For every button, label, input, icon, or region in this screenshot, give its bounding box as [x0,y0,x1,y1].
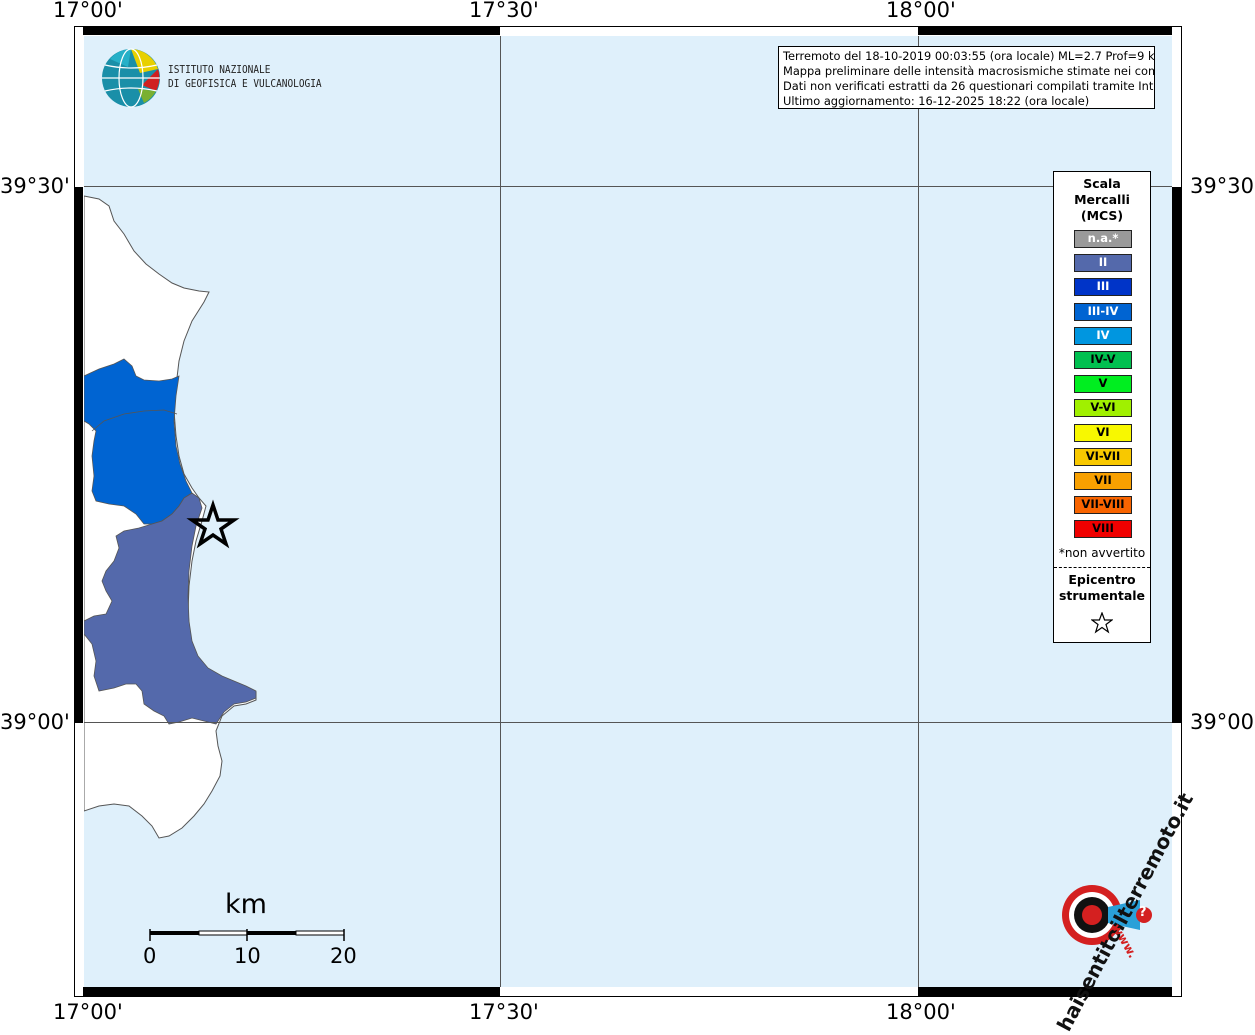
legend-title-line2: Mercalli [1074,192,1130,207]
legend-swatch-11: VII-VIII [1074,496,1132,515]
legend-epicenter-line1: Epicentro [1068,572,1136,587]
coord-left-39-30: 39°30' [0,174,70,198]
map-area[interactable] [84,36,1172,987]
legend-title-line3: (MCS) [1080,208,1124,223]
event-info-line2: Mappa preliminare delle intensità macros… [783,64,1155,78]
coord-right-39-00: 39°00' [1190,710,1255,734]
legend-swatch-12: VIII [1074,520,1132,539]
legend-swatch-0: n.a.* [1074,230,1132,248]
coord-bottom-17-30: 17°30' [469,1000,539,1024]
legend-title-line1: Scala [1083,176,1121,191]
legend-divider [1054,567,1150,568]
ingv-logo-line1: ISTITUTO NAZIONALE [168,64,271,76]
sea [84,36,1172,987]
ingv-globe-icon [102,48,160,108]
legend-swatch-3: III-IV [1074,302,1132,321]
scale-label-20: 20 [330,944,357,968]
scale-unit: km [225,889,267,920]
event-info-line4: Ultimo aggiornamento: 16-12-2025 18:22 (… [783,94,1090,108]
coord-top-18-00: 18°00' [886,0,956,22]
legend-epicenter-line2: strumentale [1058,588,1146,603]
event-info-line1: Terremoto del 18-10-2019 00:03:55 (ora l… [783,49,1155,63]
legend-swatch-10: VII [1074,472,1132,490]
coord-bottom-18-00: 18°00' [886,1000,956,1024]
legend-swatch-9: VI-VII [1074,447,1132,466]
legend-swatch-5: IV-V [1074,351,1132,369]
ingv-logo-text: ISTITUTO NAZIONALE DI GEOFISICA E VULCAN… [168,63,322,91]
scale-label-0: 0 [143,944,157,968]
legend-swatch-2: III [1074,278,1132,297]
coord-right-39-30: 39°30' [1190,174,1255,198]
legend-star-icon [1091,612,1113,634]
coord-left-39-00: 39°00' [0,710,70,734]
haisentito-question-mark: ? [1139,905,1147,920]
legend-swatch-8: VI [1074,423,1132,442]
scale-label-10: 10 [234,944,261,968]
legend-swatch-4: IV [1074,326,1132,345]
coord-top-17-00: 17°00' [53,0,123,22]
legend-swatch-7: V-VI [1074,399,1132,418]
event-info-box: Terremoto del 18-10-2019 00:03:55 (ora l… [778,46,1155,109]
coord-bottom-17-00: 17°00' [53,1000,123,1024]
legend-swatch-1: II [1074,254,1132,273]
legend-note: *non avvertito [1058,546,1146,560]
scale-bar [149,929,345,941]
coord-top-17-30: 17°30' [469,0,539,22]
region-intensity-III-IV[interactable] [84,358,193,525]
ingv-logo-line2: DI GEOFISICA E VULCANOLOGIA [168,78,322,90]
legend-swatch-6: V [1074,375,1132,394]
mcs-legend: Scala Mercalli (MCS) n.a.* II III III-IV IV I… [1053,171,1151,643]
event-info-line3: Dati non verificati estratti da 26 quest… [783,79,1155,93]
